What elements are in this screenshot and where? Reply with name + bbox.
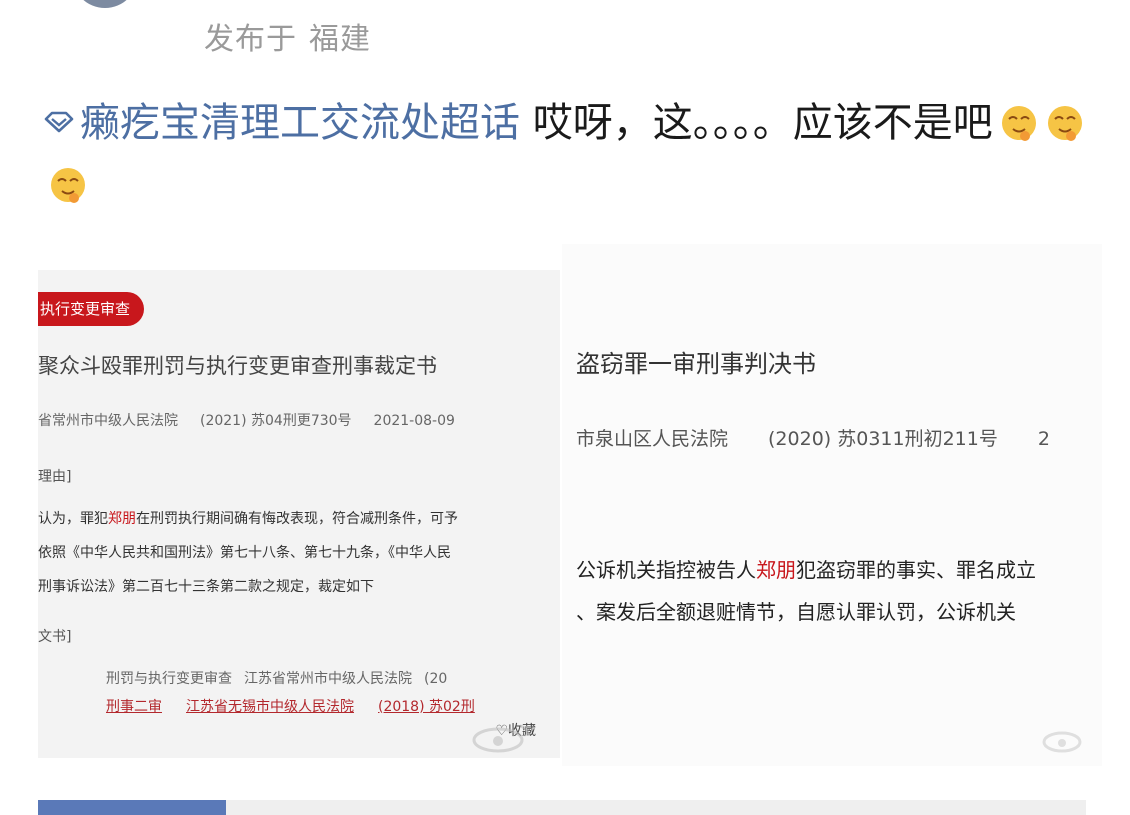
court-name: 省常州市中级人民法院 (38, 413, 178, 429)
related-number-link[interactable]: (2018) 苏02刑 (378, 699, 475, 715)
body-line: 依照《中华人民共和国刑法》第七十八条、第七十九条，《中华人民 (38, 545, 451, 561)
body-line: 刑事诉讼法》第二百七十三条第二款之规定，裁定如下 (38, 579, 374, 595)
document-title: 盗窃罪一审刑事判决书 (576, 350, 816, 378)
info-trail: 2 (1037, 428, 1050, 450)
body-line: 认为，罪犯郑朋在刑罚执行期间确有悔改表现，符合减刑条件，可予 (38, 508, 458, 528)
related-case-link-row[interactable]: 刑事二审 江苏省无锡市中级人民法院 (2018) 苏02刑 (106, 696, 499, 716)
topic-diamond-icon (44, 111, 74, 133)
case-number: (2020) 苏0311刑初211号 (768, 428, 998, 450)
attached-image-left[interactable]: 执行变更审查 聚众斗殴罪刑罚与执行变更审查刑事裁定书 省常州市中级人民法院 (20… (38, 270, 560, 758)
body-line: 、案发后全额退赃情节，自愿认罪认罚，公诉机关 (576, 600, 1016, 624)
drooling-face-emoji-icon (51, 168, 85, 203)
topic-link[interactable]: 癞疙宝清理工交流处超话 (42, 100, 533, 146)
case-number: (2021) 苏04刑更730号 (200, 413, 352, 429)
highlighted-name: 郑朋 (108, 511, 136, 527)
document-title: 聚众斗殴罪刑罚与执行变更审查刑事裁定书 (38, 350, 437, 380)
document-info: 省常州市中级人民法院 (2021) 苏04刑更730号 2021-08-09 (38, 410, 477, 430)
drooling-face-emoji-icon (1001, 106, 1036, 141)
related-number: (20 (424, 671, 448, 687)
case-tag: 执行变更审查 (38, 292, 145, 326)
related-court-link[interactable]: 江苏省无锡市中级人民法院 (186, 699, 354, 715)
line-text: 认为，罪犯 (38, 511, 108, 527)
next-post-thumbnail[interactable] (38, 800, 226, 815)
title-text: 聚众斗殴罪刑罚与执行变更审查刑事裁定书 (38, 354, 437, 378)
topic-label: 癞疙宝清理工交流处超话 (80, 100, 520, 146)
court-name: 市泉山区人民法院 (576, 428, 729, 450)
meta-prefix: 发布于 (204, 22, 297, 57)
attached-image-right[interactable]: 盗窃罪一审刑事判决书 市泉山区人民法院 (2020) 苏0311刑初211号 2 公… (562, 244, 1102, 766)
line-text: 犯盗窃罪的事实、罪名成立 (796, 558, 1036, 582)
meta-location: 福建 (309, 22, 371, 57)
drooling-face-emoji-icon (1047, 106, 1082, 141)
case-date: 2021-08-09 (373, 413, 455, 429)
highlighted-name: 郑朋 (756, 558, 796, 582)
related-court: 江苏省常州市中级人民法院 (244, 671, 412, 687)
post-text: 癞疙宝清理工交流处超话 哎呀，这。。。。应该不是吧 (42, 92, 1092, 216)
line-text: 公诉机关指控被告人 (576, 558, 756, 582)
weibo-watermark-icon (472, 724, 530, 753)
weibo-watermark-icon (1042, 731, 1082, 753)
line-text: 在刑罚执行期间确有悔改表现，符合减刑条件，可予 (136, 511, 458, 527)
related-case-row[interactable]: 刑罚与执行变更审查 江苏省常州市中级人民法院 (20 (106, 668, 459, 688)
document-info: 市泉山区人民法院 (2020) 苏0311刑初211号 2 (576, 424, 1090, 451)
related-type-link[interactable]: 刑事二审 (106, 699, 162, 715)
related-type: 刑罚与执行变更审查 (106, 671, 232, 687)
post-body: 哎呀，这。。。。应该不是吧 (532, 100, 993, 146)
section-reason: 理由] (38, 469, 72, 485)
post-meta: 发布于 福建 (204, 14, 383, 58)
body-line: 公诉机关指控被告人郑朋犯盗窃罪的事实、罪名成立 (576, 554, 1036, 583)
user-avatar[interactable] (72, 0, 138, 8)
next-post-card[interactable] (226, 800, 1086, 815)
section-docs: 文书] (38, 629, 72, 645)
